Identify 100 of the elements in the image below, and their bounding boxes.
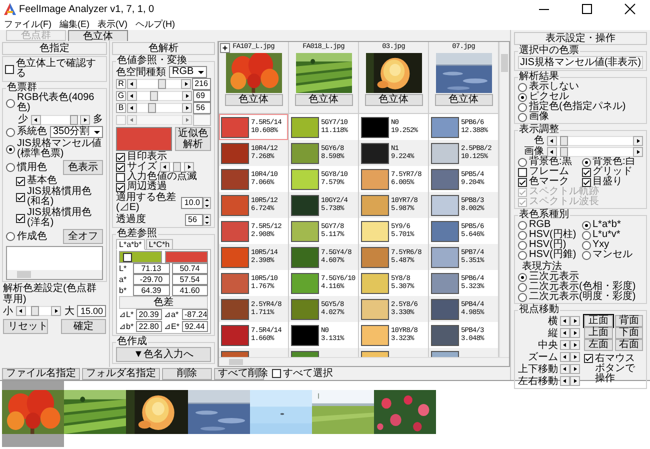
view-button[interactable]: 左面 bbox=[584, 339, 612, 351]
view-button[interactable]: 右面 bbox=[614, 339, 643, 351]
radio-button[interactable] bbox=[518, 82, 527, 92]
value-field[interactable]: 92.44 bbox=[182, 321, 208, 332]
scroll-left-button[interactable] bbox=[31, 114, 41, 124]
radio-button[interactable] bbox=[518, 272, 527, 282]
thumbnail[interactable] bbox=[2, 381, 64, 447]
button[interactable]: 全オフ bbox=[63, 229, 103, 244]
slider-thumb[interactable] bbox=[150, 91, 158, 101]
checkbox[interactable] bbox=[123, 252, 132, 262]
tab[interactable]: L*a*b* bbox=[116, 239, 145, 250]
radio-button[interactable] bbox=[6, 98, 15, 108]
scroll-right-button[interactable] bbox=[180, 79, 191, 89]
view-button[interactable]: 背面 bbox=[614, 315, 643, 327]
expand-button[interactable]: + bbox=[220, 43, 230, 53]
button[interactable]: 削除 bbox=[162, 368, 212, 380]
checkbox[interactable] bbox=[16, 214, 25, 222]
tab[interactable]: 色立体 bbox=[68, 30, 128, 41]
button[interactable]: 色立体 bbox=[294, 94, 352, 106]
slider-thumb[interactable] bbox=[70, 114, 78, 124]
button[interactable]: 色立体 bbox=[224, 94, 282, 106]
radio-button[interactable] bbox=[518, 112, 527, 122]
menu-item[interactable]: ヘルプ(H) bbox=[136, 18, 175, 30]
scroll-right-button[interactable] bbox=[184, 162, 194, 172]
checkbox[interactable] bbox=[582, 178, 590, 186]
checkbox[interactable] bbox=[584, 354, 593, 363]
spin-button[interactable] bbox=[203, 197, 211, 209]
value-field[interactable]: 41.60 bbox=[172, 285, 208, 296]
checkbox[interactable] bbox=[582, 168, 590, 176]
button[interactable]: 色立体 bbox=[434, 94, 492, 106]
value-field[interactable]: 71.13 bbox=[133, 263, 170, 274]
scroll-left-button[interactable] bbox=[160, 162, 170, 172]
value-field[interactable]: 20.39 bbox=[136, 309, 162, 320]
radio-button[interactable] bbox=[582, 240, 590, 250]
radio-button[interactable] bbox=[582, 250, 590, 260]
value-field[interactable]: 22.80 bbox=[136, 321, 162, 332]
dropdown[interactable]: 350分割 bbox=[50, 126, 103, 138]
view-button[interactable]: 下面 bbox=[614, 327, 643, 339]
slider-thumb[interactable] bbox=[148, 103, 156, 113]
value-field[interactable]: -29.70 bbox=[133, 274, 170, 285]
checkbox[interactable] bbox=[518, 168, 527, 176]
radio-button[interactable] bbox=[518, 102, 527, 112]
tab[interactable]: L*C*h bbox=[146, 239, 173, 250]
horizontal-scrollbar[interactable] bbox=[219, 357, 509, 366]
view-button[interactable]: 上面 bbox=[584, 327, 612, 339]
button[interactable]: リセット bbox=[3, 319, 48, 334]
number-field[interactable]: 15.00 bbox=[77, 305, 106, 317]
button[interactable]: ファイル名指定 bbox=[2, 368, 80, 380]
vertical-scrollbar[interactable] bbox=[499, 42, 509, 357]
radio-button[interactable] bbox=[6, 128, 15, 136]
radio-button[interactable] bbox=[518, 220, 527, 230]
radio-button[interactable] bbox=[518, 158, 527, 166]
value-field[interactable]: -87.24 bbox=[182, 309, 208, 320]
button[interactable]: ▼色名入力へ bbox=[116, 347, 211, 362]
value-field[interactable]: 64.39 bbox=[133, 285, 170, 296]
spin-button[interactable] bbox=[203, 214, 211, 226]
menu-item[interactable]: 編集(E) bbox=[60, 18, 90, 30]
number-field[interactable]: 69 bbox=[193, 90, 211, 102]
number-field[interactable]: 56 bbox=[185, 214, 203, 226]
radio-button[interactable] bbox=[6, 232, 15, 241]
checkbox[interactable] bbox=[116, 172, 125, 182]
slider-thumb[interactable] bbox=[172, 162, 181, 172]
view-button[interactable]: 正面 bbox=[584, 315, 612, 327]
radio-button[interactable] bbox=[518, 282, 527, 292]
value-field[interactable]: 57.54 bbox=[172, 274, 208, 285]
scroll-right-button[interactable] bbox=[51, 306, 62, 316]
menu-item[interactable]: 表示(V) bbox=[98, 18, 128, 30]
checkbox[interactable] bbox=[272, 369, 281, 378]
button[interactable]: 確定 bbox=[61, 319, 106, 334]
radio-button[interactable] bbox=[6, 163, 15, 172]
radio-button[interactable] bbox=[518, 292, 527, 302]
radio-button[interactable] bbox=[6, 144, 15, 154]
radio-button[interactable] bbox=[518, 92, 527, 102]
radio-button[interactable] bbox=[582, 158, 590, 166]
button[interactable]: 色立体 bbox=[364, 94, 422, 106]
number-field[interactable]: 216 bbox=[192, 78, 211, 90]
checkbox[interactable] bbox=[5, 64, 14, 74]
checkbox[interactable] bbox=[116, 162, 125, 172]
checkbox[interactable] bbox=[116, 182, 125, 192]
button[interactable]: 色表示 bbox=[63, 160, 103, 175]
slider-thumb[interactable] bbox=[31, 306, 40, 316]
value-field[interactable]: 50.74 bbox=[172, 263, 208, 274]
checkbox[interactable] bbox=[16, 192, 25, 202]
slider-thumb[interactable] bbox=[560, 146, 568, 156]
radio-button[interactable] bbox=[582, 220, 590, 230]
button[interactable]: フォルダ名指定 bbox=[82, 368, 160, 380]
scroll-left-button[interactable] bbox=[16, 306, 26, 316]
horizontal-scrollbar[interactable] bbox=[7, 270, 102, 279]
radio-button[interactable] bbox=[518, 240, 527, 250]
slider-thumb[interactable] bbox=[158, 79, 166, 89]
number-field[interactable]: 56 bbox=[193, 102, 211, 114]
checkbox[interactable] bbox=[518, 178, 527, 186]
checkbox[interactable] bbox=[16, 176, 25, 186]
number-field[interactable]: 10.0 bbox=[181, 197, 203, 209]
radio-button[interactable] bbox=[582, 230, 590, 240]
analyze-button[interactable]: 近似色解析 bbox=[175, 127, 211, 151]
slider-thumb[interactable] bbox=[560, 136, 568, 146]
dropdown[interactable]: RGB bbox=[169, 66, 207, 78]
menu-item[interactable]: ファイル(F) bbox=[4, 18, 52, 30]
checkbox[interactable] bbox=[116, 152, 125, 162]
